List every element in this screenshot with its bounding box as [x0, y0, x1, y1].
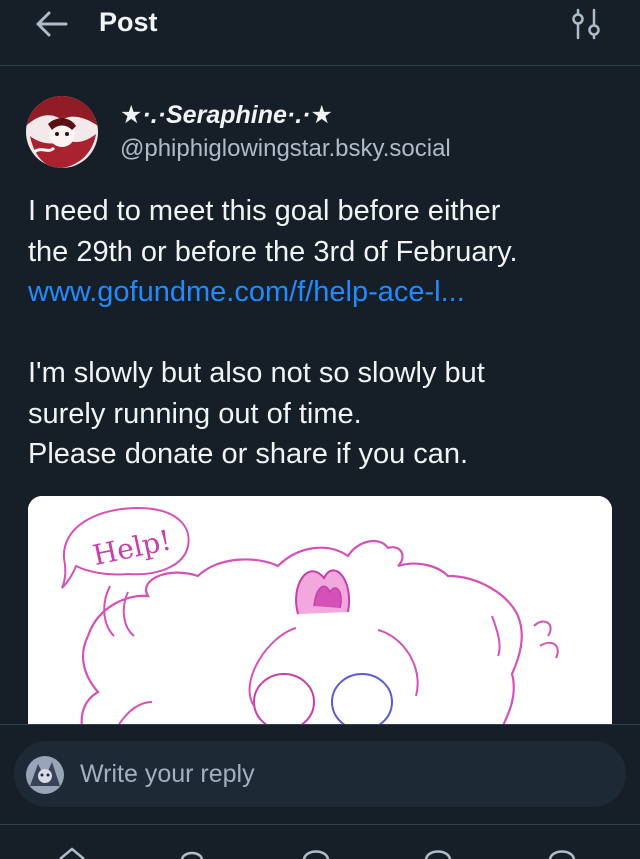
home-icon[interactable] — [56, 847, 88, 859]
chat-icon[interactable] — [300, 847, 332, 859]
bell-icon[interactable] — [422, 847, 454, 859]
arrow-left-icon — [36, 11, 68, 37]
author-display-name[interactable]: ★·.·Seraphine·.·★ — [120, 98, 333, 132]
user-avatar-image — [26, 756, 64, 794]
bottom-tab-bar — [0, 824, 640, 859]
post-link[interactable]: www.gofundme.com/f/help-ace-l... — [28, 272, 618, 313]
current-user-avatar — [26, 756, 64, 794]
post-body: I need to meet this goal before either t… — [28, 191, 618, 475]
post-text-line: Please donate or share if you can. — [28, 438, 469, 470]
sliders-icon — [572, 8, 600, 40]
post-image[interactable]: Help! — [28, 496, 612, 736]
author-handle[interactable]: @phiphiglowingstar.bsky.social — [120, 134, 451, 164]
drawing-image: Help! — [28, 496, 612, 736]
post-text-line: I need to meet this goal before either — [28, 195, 501, 227]
reply-input[interactable]: Write your reply — [14, 741, 626, 807]
post-text-line: surely running out of time. — [28, 397, 362, 430]
page-title: Post — [99, 7, 158, 37]
post-text-line: I'm slowly but also not so slowly but — [28, 357, 485, 389]
top-header: Post — [0, 0, 640, 66]
thread-settings-button[interactable] — [566, 6, 606, 42]
author-avatar[interactable] — [26, 96, 98, 168]
profile-icon[interactable] — [546, 847, 578, 859]
back-button[interactable] — [30, 6, 74, 42]
reply-composer-bar: Write your reply — [0, 724, 640, 824]
search-icon[interactable] — [176, 847, 208, 859]
avatar-image — [26, 96, 98, 168]
post-text-line: the 29th or before the 3rd of February. — [28, 235, 518, 268]
reply-placeholder: Write your reply — [80, 760, 255, 788]
